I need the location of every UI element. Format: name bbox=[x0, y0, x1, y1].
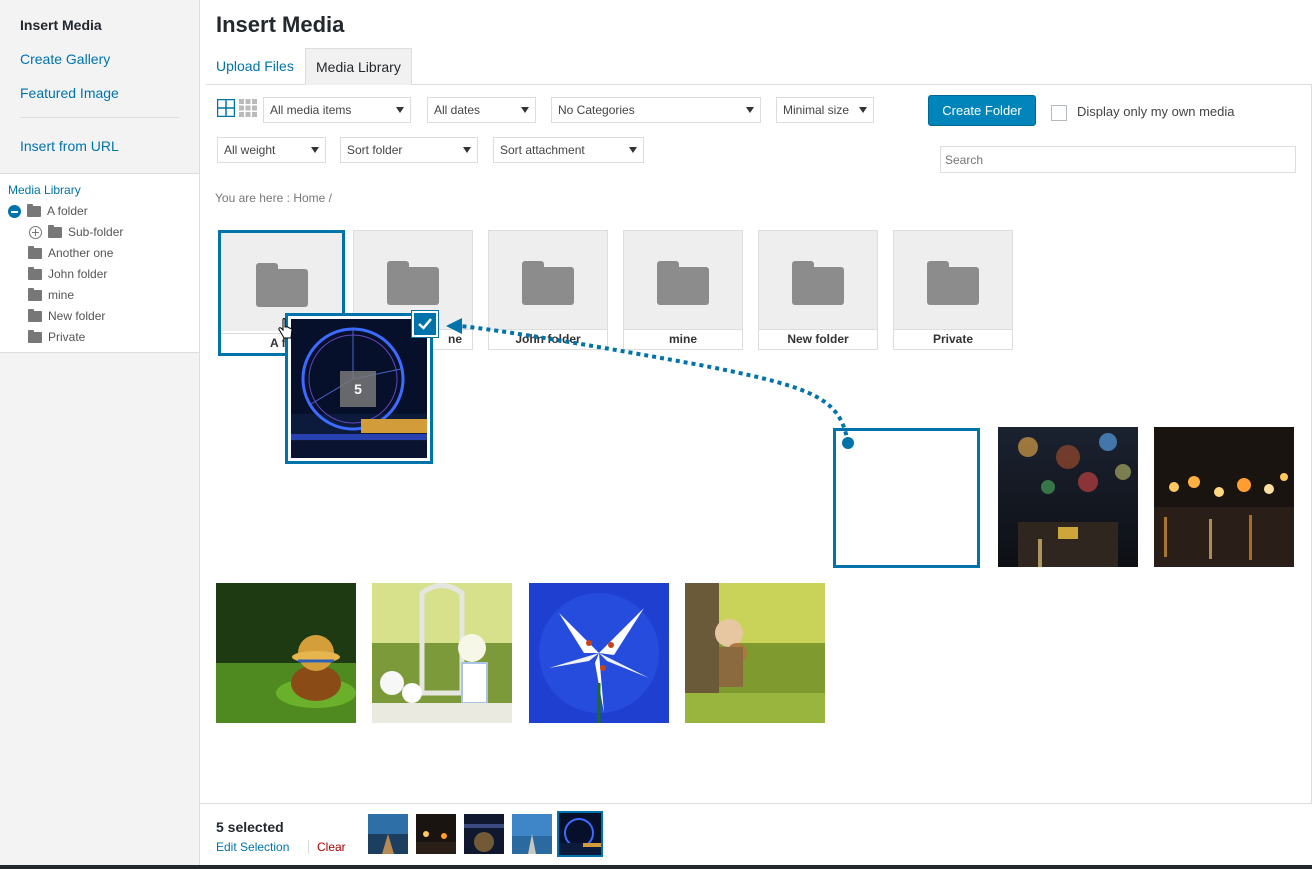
breadcrumb: You are here : Home / bbox=[215, 191, 332, 205]
chevron-down-icon bbox=[859, 107, 867, 113]
breadcrumb-trail: / bbox=[328, 191, 333, 205]
tree-item-label: Sub-folder bbox=[68, 225, 124, 239]
filter-media-type[interactable]: All media items bbox=[263, 97, 411, 123]
tree-item-another-one[interactable]: Another one bbox=[28, 245, 113, 261]
tree-item-label: Private bbox=[48, 330, 86, 344]
drag-path-arrow bbox=[446, 318, 854, 449]
folder-thumb bbox=[894, 231, 1012, 329]
folder-icon bbox=[48, 224, 62, 238]
clear-selection-link[interactable]: Clear bbox=[308, 840, 346, 854]
chevron-down-icon bbox=[396, 107, 404, 113]
filter-size[interactable]: Minimal size bbox=[776, 97, 874, 123]
folder-icon bbox=[27, 203, 41, 217]
tree-item-label: John folder bbox=[48, 267, 108, 281]
folder-name: Private bbox=[894, 329, 1012, 347]
menu-insert-media[interactable]: Insert Media bbox=[0, 15, 199, 35]
selected-thumb-jetty[interactable] bbox=[512, 814, 552, 854]
media-thumb-girl-tree[interactable] bbox=[685, 583, 825, 723]
grid-large-icon[interactable] bbox=[217, 99, 235, 117]
tree-item-label: New folder bbox=[48, 309, 106, 323]
selected-thumb-london-eye[interactable] bbox=[557, 811, 603, 857]
breadcrumb-separator: : bbox=[286, 191, 290, 205]
tree-item-new-folder[interactable]: New folder bbox=[28, 308, 105, 324]
tree-item-mine[interactable]: mine bbox=[28, 287, 74, 303]
search-input[interactable] bbox=[940, 146, 1296, 173]
chevron-down-icon bbox=[629, 147, 637, 153]
router-tabs: Upload Files Media Library bbox=[206, 48, 1312, 85]
media-thumb-city-waterfront[interactable] bbox=[1154, 427, 1294, 567]
filter-value: Sort folder bbox=[347, 143, 403, 157]
folder-icon bbox=[927, 261, 979, 305]
folder-tile-private[interactable]: Private bbox=[893, 230, 1013, 350]
expand-icon[interactable] bbox=[29, 225, 42, 239]
check-icon bbox=[418, 318, 432, 330]
drag-count-badge: 5 bbox=[340, 371, 376, 407]
chevron-down-icon bbox=[746, 107, 754, 113]
folder-icon bbox=[28, 245, 42, 259]
filter-weight[interactable]: All weight bbox=[217, 137, 326, 163]
media-thumb-city-street[interactable] bbox=[998, 427, 1138, 567]
chevron-down-icon bbox=[463, 147, 471, 153]
tree-item-john-folder[interactable]: John folder bbox=[28, 266, 107, 282]
tree-item-private[interactable]: Private bbox=[28, 329, 85, 345]
folder-icon bbox=[28, 329, 42, 343]
menu-featured-image[interactable]: Featured Image bbox=[0, 83, 199, 103]
tree-item-a-folder[interactable]: A folder bbox=[8, 203, 88, 219]
filter-value: All dates bbox=[434, 103, 481, 117]
collapse-icon[interactable] bbox=[8, 204, 21, 218]
tree-item-label: Another one bbox=[48, 246, 114, 260]
folder-icon bbox=[387, 261, 439, 305]
folder-icon bbox=[255, 263, 308, 307]
folder-icon bbox=[522, 261, 574, 305]
filter-dates[interactable]: All dates bbox=[427, 97, 536, 123]
folder-icon bbox=[792, 261, 844, 305]
media-thumb-teddy-hat[interactable] bbox=[216, 583, 356, 723]
hand-cursor-icon bbox=[278, 318, 293, 339]
tree-item-label: A folder bbox=[47, 204, 88, 218]
folder-icon bbox=[28, 266, 42, 280]
media-thumb-lily[interactable] bbox=[529, 583, 669, 723]
filter-value: No Categories bbox=[558, 103, 635, 117]
menu-create-gallery[interactable]: Create Gallery bbox=[0, 49, 199, 69]
tab-media-library[interactable]: Media Library bbox=[305, 48, 412, 85]
selected-thumb-night-lights[interactable] bbox=[416, 814, 456, 854]
filter-categories[interactable]: No Categories bbox=[551, 97, 761, 123]
filter-sort-attachment[interactable]: Sort attachment bbox=[493, 137, 644, 163]
chevron-down-icon bbox=[521, 107, 529, 113]
grid-small-icon[interactable] bbox=[239, 99, 257, 117]
tree-item-label: mine bbox=[48, 288, 75, 302]
filter-value: All weight bbox=[224, 143, 276, 157]
media-thumb-white-flowers[interactable] bbox=[372, 583, 512, 723]
tree-root-media-library[interactable]: Media Library bbox=[0, 182, 199, 198]
folder-icon bbox=[28, 308, 42, 322]
selected-thumb-city-aerial[interactable] bbox=[464, 814, 504, 854]
menu-insert-from-url[interactable]: Insert from URL bbox=[0, 136, 199, 156]
create-folder-button[interactable]: Create Folder bbox=[928, 95, 1036, 126]
filter-value: Sort attachment bbox=[500, 143, 585, 157]
tab-upload-files[interactable]: Upload Files bbox=[206, 48, 304, 85]
media-menu: Insert Media Create Gallery Featured Ima… bbox=[0, 0, 199, 156]
selection-toolbar bbox=[200, 803, 1312, 865]
selection-count: 5 selected bbox=[216, 819, 284, 835]
page-title: Insert Media bbox=[216, 12, 345, 37]
filter-value: All media items bbox=[270, 103, 352, 117]
breadcrumb-home[interactable]: Home bbox=[293, 191, 325, 205]
tree-item-sub-folder[interactable]: Sub-folder bbox=[29, 224, 123, 240]
media-modal: Insert Media Create Gallery Featured Ima… bbox=[0, 0, 1312, 869]
filter-value: Minimal size bbox=[783, 103, 850, 117]
edit-selection-link[interactable]: Edit Selection bbox=[216, 840, 289, 854]
folder-tree: Media Library A folder Sub-folder Anothe… bbox=[0, 173, 199, 353]
own-media-checkbox[interactable] bbox=[1051, 105, 1067, 121]
selected-thumb-pier[interactable] bbox=[368, 814, 408, 854]
selected-check-badge[interactable] bbox=[412, 311, 438, 337]
menu-separator bbox=[20, 117, 179, 118]
media-sidebar: Insert Media Create Gallery Featured Ima… bbox=[0, 0, 200, 865]
folder-icon bbox=[657, 261, 709, 305]
chevron-down-icon bbox=[311, 147, 319, 153]
folder-icon bbox=[28, 287, 42, 301]
own-media-label: Display only my own media bbox=[1077, 104, 1235, 119]
breadcrumb-prefix: You are here bbox=[215, 191, 284, 205]
window-bottom-strip bbox=[0, 865, 1312, 869]
filter-sort-folder[interactable]: Sort folder bbox=[340, 137, 478, 163]
